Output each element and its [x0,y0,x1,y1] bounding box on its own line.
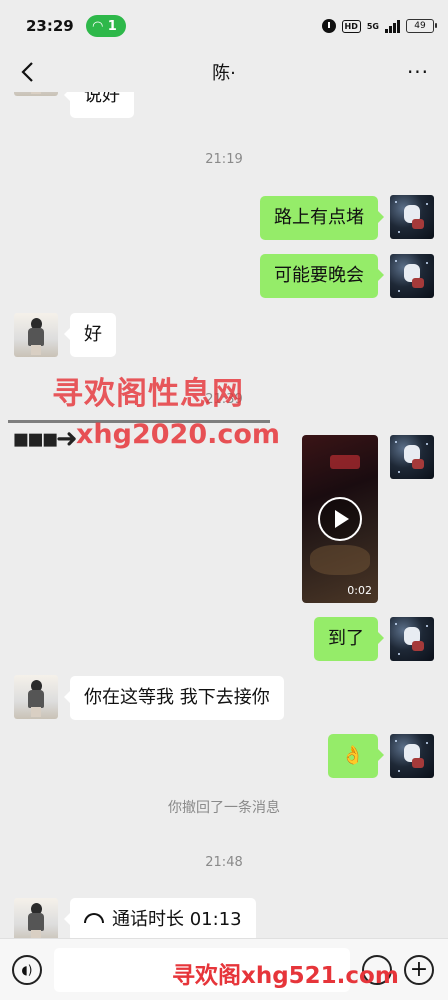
watermark-title: 寻欢阁性息网 [52,376,244,412]
battery-level: 49 [414,21,426,31]
battery-icon: 49 [406,19,437,33]
recall-notice: 你撤回了一条消息 [168,800,280,816]
contact-avatar[interactable] [14,898,58,938]
chat-title: 陈· [212,63,236,84]
message-text: 可能要晚会 [274,265,364,286]
back-chevron-icon [21,62,33,82]
message-bubble-received[interactable]: 说好 [64,92,134,118]
status-bar: 23:29 ◠ 1 HD 5G 49 [0,0,448,52]
contact-avatar[interactable] [14,313,58,357]
watermark-url: xhg2020.com [76,419,281,450]
video-message[interactable]: 0:02 [302,435,378,603]
message-text: 到了 [328,628,364,649]
message-text: 👌 [341,745,364,766]
hotspot-indicator: ◠ 1 [85,15,126,37]
message-bubble-sent[interactable]: 可能要晚会 [260,254,384,298]
my-avatar[interactable] [390,254,434,298]
plus-icon: + [409,957,429,982]
phone-call-icon [84,913,104,923]
my-avatar[interactable] [390,734,434,778]
status-icons: HD 5G 49 [321,19,437,33]
alarm-icon [321,19,336,33]
message-bubble-sent[interactable]: 👌 [327,734,385,778]
hd-badge: HD [341,19,361,33]
message-bubble-sent[interactable]: 到了 [314,617,384,661]
voice-icon: ◖) [21,963,33,977]
watermark-bottom: 寻欢阁xhg521.com [172,963,399,989]
timestamp: 21:48 [205,855,243,870]
signal-icon [385,19,400,33]
contact-avatar[interactable] [14,92,58,96]
back-button[interactable] [12,56,44,88]
arrow-right-icon: ▪▪▪➜ [12,424,78,454]
hotspot-count: 1 [107,18,117,34]
plus-button[interactable]: + [404,955,434,985]
message-text: 好 [84,324,102,345]
message-bubble-received[interactable]: 好 [64,313,116,357]
my-avatar[interactable] [390,617,434,661]
chat-header: 陈· ··· [0,52,448,92]
message-text: 路上有点堵 [274,207,364,228]
timestamp: 21:19 [205,152,243,167]
call-record-bubble[interactable]: 通话时长 01:13 [64,898,256,938]
message-text: 你在这等我 我下去接你 [84,687,270,708]
network-label: 5G [366,21,379,31]
status-time: 23:29 [26,17,74,35]
message-text: 说好 [84,92,120,106]
wifi-icon: ◠ [92,18,103,34]
chat-area[interactable]: 说好 21:19 路上有点堵 可能要晚会 好 21:39 0:02 到了 你在这… [0,92,448,938]
more-button[interactable]: ··· [402,56,434,88]
my-avatar[interactable] [390,435,434,479]
video-duration: 0:02 [347,584,372,597]
contact-avatar[interactable] [14,675,58,719]
more-dots-icon: ··· [406,60,430,84]
message-bubble-sent[interactable]: 路上有点堵 [260,196,384,240]
voice-button[interactable]: ◖) [12,955,42,985]
play-icon[interactable] [318,497,362,541]
message-bubble-received[interactable]: 你在这等我 我下去接你 [64,676,284,720]
call-duration-text: 通话时长 01:13 [112,909,242,930]
my-avatar[interactable] [390,195,434,239]
